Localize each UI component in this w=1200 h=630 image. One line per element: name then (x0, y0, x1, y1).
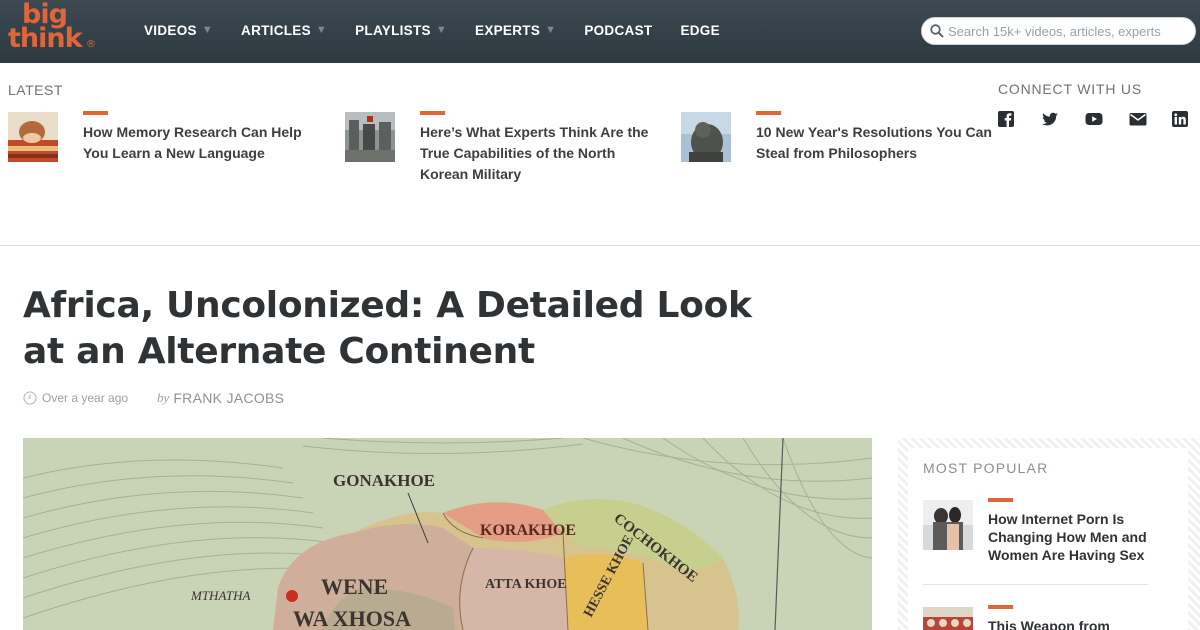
search-icon (930, 24, 944, 38)
bigthink-logo[interactable]: big think ® (8, 0, 98, 58)
linkedin-icon[interactable] (1171, 110, 1189, 128)
latest-thumbnail (8, 112, 58, 162)
search-box[interactable] (921, 17, 1196, 45)
latest-item[interactable]: 10 New Year's Resolutions You Can Steal … (681, 111, 1001, 191)
publish-time: Over a year ago (42, 391, 129, 405)
accent-bar (420, 111, 445, 115)
nav-playlists[interactable]: PLAYLISTS ▼ (355, 20, 447, 40)
accent-bar (988, 498, 1013, 502)
map-label: WENE (321, 574, 388, 599)
popular-item[interactable]: This Weapon from (923, 605, 1153, 630)
facebook-icon[interactable] (997, 110, 1015, 128)
accent-bar (756, 111, 781, 115)
nav-experts[interactable]: EXPERTS ▼ (475, 20, 556, 40)
connect-heading: CONNECT WITH US (998, 81, 1142, 97)
nav-articles[interactable]: ARTICLES ▼ (241, 20, 327, 40)
map-label: WA XHOSA (293, 606, 411, 630)
latest-item[interactable]: How Memory Research Can Help You Learn a… (8, 111, 328, 191)
nav-videos[interactable]: VIDEOS ▼ (144, 20, 213, 40)
latest-thumbnail (681, 112, 731, 162)
chevron-down-icon: ▼ (435, 24, 448, 36)
section-divider (0, 245, 1200, 246)
accent-bar (83, 111, 108, 115)
latest-heading: LATEST (8, 82, 63, 98)
nav-articles-label: ARTICLES (241, 22, 311, 38)
popular-thumbnail (923, 500, 973, 550)
author-link[interactable]: FRANK JACOBS (173, 390, 284, 406)
registered-mark: ® (86, 39, 96, 50)
nav-experts-label: EXPERTS (475, 22, 541, 38)
chevron-down-icon: ▼ (315, 24, 328, 36)
latest-item-title[interactable]: Here’s What Experts Think Are the True C… (420, 122, 660, 185)
top-navigation-bar: big think ® VIDEOS ▼ ARTICLES ▼ PLAYLIST… (0, 0, 1200, 63)
nav-podcast[interactable]: PODCAST (584, 20, 652, 40)
nav-playlists-label: PLAYLISTS (355, 22, 431, 38)
popular-item[interactable]: How Internet Porn Is Changing How Men an… (923, 498, 1153, 578)
nav-edge-label: EDGE (680, 22, 720, 38)
clock-icon (23, 391, 37, 405)
byline-prefix: by (157, 390, 170, 405)
latest-item-title[interactable]: 10 New Year's Resolutions You Can Steal … (756, 122, 996, 164)
twitter-icon[interactable] (1041, 110, 1059, 128)
popular-item-title[interactable]: How Internet Porn Is Changing How Men an… (988, 510, 1153, 564)
email-icon[interactable] (1129, 110, 1147, 128)
logo-text-think: think (8, 23, 83, 54)
popular-thumbnail (923, 607, 973, 630)
latest-thumbnail (345, 112, 395, 162)
map-label: MTHATHA (190, 588, 251, 603)
map-label: KORAKHOE (480, 522, 576, 539)
map-label: ATTA KHOE (485, 577, 567, 592)
chevron-down-icon: ▼ (545, 24, 557, 36)
nav-podcast-label: PODCAST (584, 22, 653, 38)
accent-bar (988, 605, 1013, 609)
main-nav: VIDEOS ▼ ARTICLES ▼ PLAYLISTS ▼ EXPERTS … (144, 20, 748, 40)
article-meta: Over a year ago by FRANK JACOBS (23, 388, 284, 408)
popular-item-title[interactable]: This Weapon from (988, 617, 1153, 630)
article-hero-map-image: GONAKHOE KORAKHOE COCHOKHOE WENE WA XHOS… (23, 438, 872, 630)
latest-item[interactable]: Here’s What Experts Think Are the True C… (345, 111, 665, 191)
search-input[interactable] (948, 23, 1188, 39)
chevron-down-icon: ▼ (201, 24, 214, 36)
item-divider (923, 584, 1148, 585)
most-popular-heading: MOST POPULAR (923, 460, 1049, 476)
nav-videos-label: VIDEOS (144, 22, 197, 38)
map-label: GONAKHOE (333, 471, 435, 490)
nav-edge[interactable]: EDGE (680, 20, 719, 40)
youtube-icon[interactable] (1085, 110, 1103, 128)
article-title: Africa, Uncolonized: A Detailed Look at … (23, 285, 752, 372)
most-popular-sidebar: MOST POPULAR How Internet Porn Is Changi… (898, 438, 1200, 630)
latest-item-title[interactable]: How Memory Research Can Help You Learn a… (83, 122, 323, 164)
